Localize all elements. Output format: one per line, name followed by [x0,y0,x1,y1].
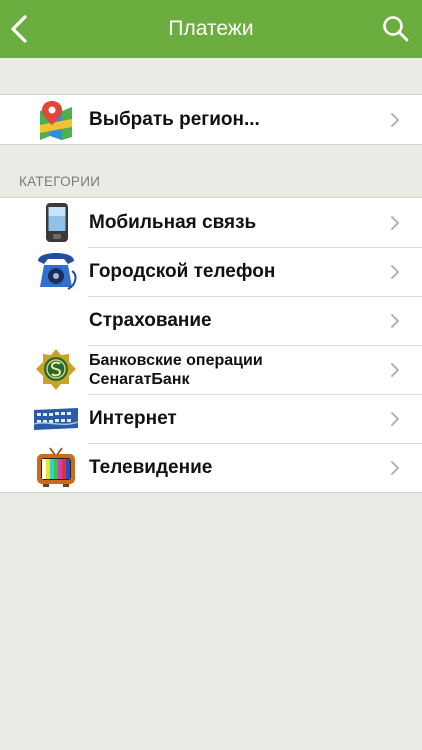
select-region-row[interactable]: Выбрать регион... [0,95,422,144]
landline-phone-icon [38,253,77,290]
category-mobile-row[interactable]: Мобильная связь [0,198,422,247]
map-pin-icon [40,101,72,140]
category-internet-label: Интернет [89,407,177,429]
chevron-right-icon [391,216,399,230]
navigation-bar: Платежи [0,0,422,58]
category-internet-row[interactable]: Интернет [0,394,422,443]
category-insurance-label: Страхование [89,309,212,331]
back-chevron-icon [11,15,27,43]
search-icon [383,16,409,42]
back-button[interactable] [6,13,32,45]
category-insurance-row[interactable]: Страхование [0,296,422,345]
categories-group: Мобильная связь Городской телефон Страхо… [0,197,422,493]
category-landline-label: Городской телефон [89,260,276,282]
category-banking-row[interactable]: Банковские операции СенагатБанк [0,345,422,394]
chevron-right-icon [391,265,399,279]
category-tv-label: Телевидение [89,456,213,478]
select-region-label: Выбрать регион... [89,108,260,130]
category-tv-row[interactable]: Телевидение [0,443,422,492]
chevron-right-icon [391,412,399,426]
category-banking-label: Банковские операции СенагатБанк [89,351,263,389]
page-title: Платежи [168,17,254,40]
search-button[interactable] [382,15,410,43]
chevron-right-icon [391,314,399,328]
chevron-right-icon [391,113,399,127]
categories-section-header: КАТЕГОРИИ [19,174,101,189]
chevron-right-icon [391,363,399,377]
region-group: Выбрать регион... [0,94,422,145]
chevron-right-icon [391,461,399,475]
category-mobile-label: Мобильная связь [89,211,257,233]
category-landline-row[interactable]: Городской телефон [0,247,422,296]
mobile-phone-icon [46,203,68,242]
category-banking-label-line2: СенагатБанк [89,370,190,388]
category-banking-label-line1: Банковские операции [89,351,263,369]
network-switch-icon [34,408,78,430]
tv-icon [37,447,75,487]
bank-emblem-icon [36,349,76,390]
